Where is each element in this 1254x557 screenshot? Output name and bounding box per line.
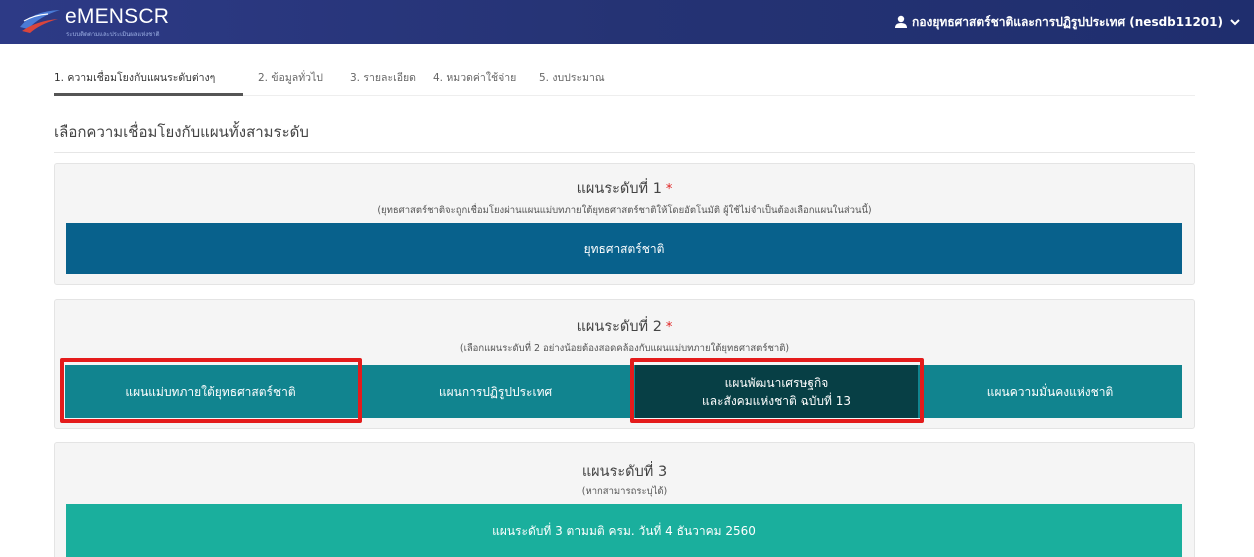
tab-general-info[interactable]: 2. ข้อมูลทั่วไป <box>258 62 323 96</box>
level1-title-row: แผนระดับที่ 1 * <box>55 177 1194 200</box>
level2-title: แผนระดับที่ 2 <box>576 319 662 335</box>
user-name: กองยุทธศาสตร์ชาติและการปฏิรูปประเทศ (nes… <box>912 14 1223 29</box>
plan-label-line1: แผนพัฒนาเศรษฐกิจ <box>724 375 829 390</box>
app-logo[interactable]: eMENSCR ระบบติดตามและประเมินผลแห่งชาติ <box>18 5 188 39</box>
master-plan-button[interactable]: แผนแม่บทภายใต้ยุทธศาสตร์ชาติ <box>65 365 356 418</box>
national-strategy-button[interactable]: ยุทธศาสตร์ชาติ <box>66 223 1182 274</box>
level3-title: แผนระดับที่ 3 <box>581 464 668 480</box>
top-navbar: eMENSCR ระบบติดตามและประเมินผลแห่งชาติ ก… <box>0 0 1254 44</box>
tab-expense-category[interactable]: 4. หมวดค่าใช้จ่าย <box>433 62 516 96</box>
national-reform-plan-button[interactable]: แผนการปฏิรูปประเทศ <box>356 365 635 418</box>
section-title: เลือกความเชื่อมโยงกับแผนทั้งสามระดับ <box>54 123 309 141</box>
economic-social-development-plan-button[interactable]: แผนพัฒนาเศรษฐกิจ และสังคมแห่งชาติ ฉบับที… <box>635 365 918 418</box>
step-tabs: 1. ความเชื่อมโยงกับแผนระดับต่างๆ 2. ข้อม… <box>54 62 1195 96</box>
tab-details[interactable]: 3. รายละเอียด <box>350 62 416 96</box>
required-mark: * <box>665 182 673 197</box>
national-security-plan-button[interactable]: แผนความมั่นคงแห่งชาติ <box>918 365 1182 418</box>
level1-card: แผนระดับที่ 1 * (ยุทธศาสตร์ชาติจะถูกเชื่อ… <box>54 163 1195 285</box>
level2-note: (เลือกแผนระดับที่ 2 อย่างน้อยต้องสอดคล้อ… <box>459 343 790 354</box>
plan-label-line2: และสังคมแห่งชาติ ฉบับที่ 13 <box>701 393 852 408</box>
chevron-down-icon <box>1230 19 1240 26</box>
section-divider <box>54 152 1195 153</box>
user-menu[interactable]: กองยุทธศาสตร์ชาติและการปฏิรูปประเทศ (nes… <box>894 0 1240 44</box>
user-icon <box>895 15 908 28</box>
app-subtitle: ระบบติดตามและประเมินผลแห่งชาติ <box>66 31 160 38</box>
level3-card: แผนระดับที่ 3 (หากสามารถระบุได้) แผนระดั… <box>54 442 1195 557</box>
tab-budget[interactable]: 5. งบประมาณ <box>539 62 605 96</box>
logo-swoosh-icon <box>20 10 60 33</box>
level2-title-row: แผนระดับที่ 2 * <box>55 315 1194 338</box>
tab-plan-linkage[interactable]: 1. ความเชื่อมโยงกับแผนระดับต่างๆ <box>54 62 243 96</box>
level3-plan-button[interactable]: แผนระดับที่ 3 ตามมติ ครม. วันที่ 4 ธันวา… <box>66 504 1182 557</box>
app-title: eMENSCR <box>65 5 170 28</box>
level1-title: แผนระดับที่ 1 <box>576 181 662 197</box>
required-mark: * <box>665 320 673 335</box>
level3-note: (หากสามารถระบุได้) <box>581 486 668 497</box>
level1-note: (ยุทธศาสตร์ชาติจะถูกเชื่อมโยงผ่านแผนแม่บ… <box>377 205 872 216</box>
